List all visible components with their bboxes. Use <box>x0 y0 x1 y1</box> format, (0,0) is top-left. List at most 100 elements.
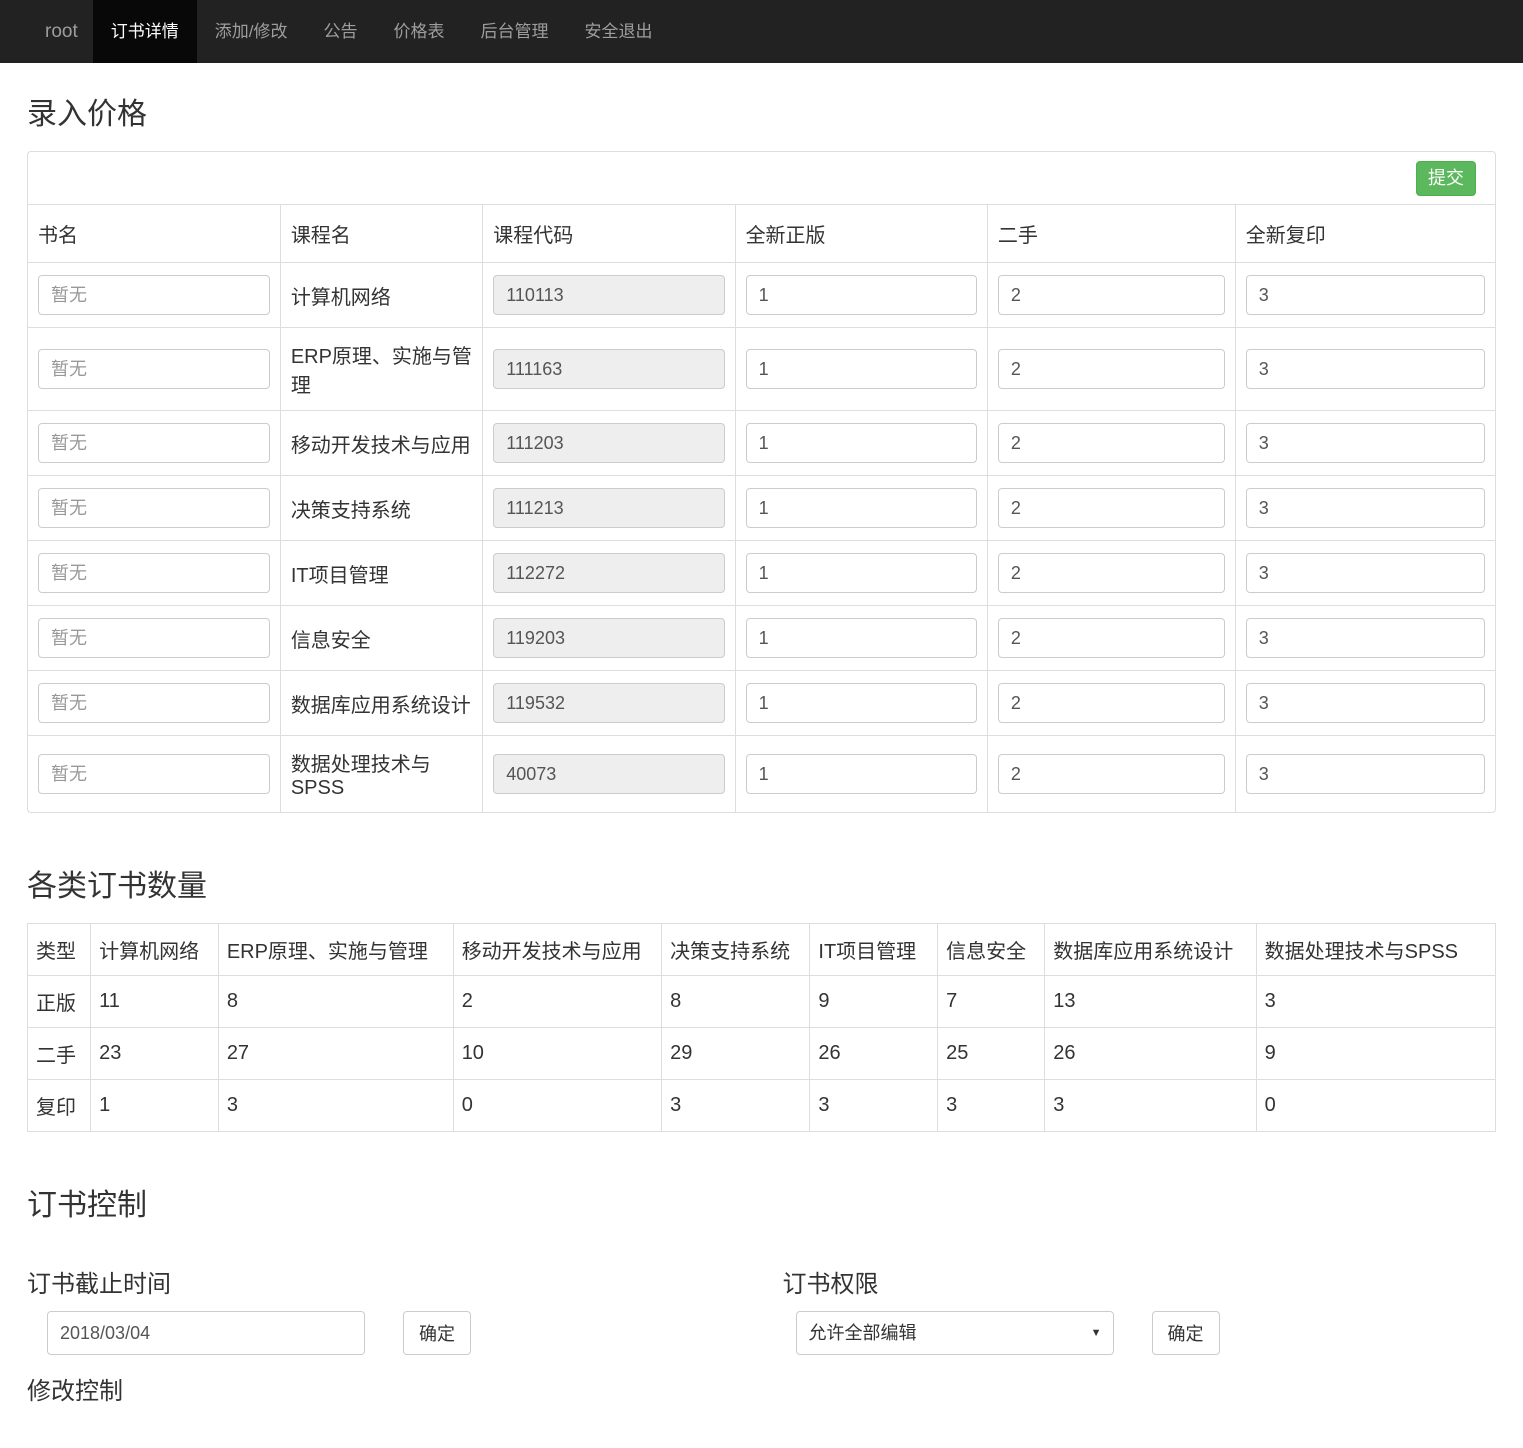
book-name-input[interactable] <box>38 553 270 593</box>
course-name: 决策支持系统 <box>291 500 411 522</box>
price-new-genuine-input[interactable] <box>746 553 977 593</box>
book-name-input[interactable] <box>38 754 270 794</box>
nav-link[interactable]: 添加/修改 <box>197 0 306 63</box>
price-new-genuine-input[interactable] <box>746 754 977 794</box>
price-table-row: 信息安全 <box>28 606 1495 671</box>
navbar-item: 添加/修改 <box>197 0 306 63</box>
course-code-input <box>493 553 724 593</box>
permission-column: 订书权限 允许全部编辑 ▼ 确定 <box>762 1242 1497 1418</box>
quantity-value: 25 <box>938 1028 1045 1080</box>
book-name-input[interactable] <box>38 618 270 658</box>
price-new-copy-input[interactable] <box>1246 275 1485 315</box>
quantity-value: 3 <box>218 1080 453 1132</box>
modify-control-label: 修改控制 <box>27 1371 762 1406</box>
quantity-value: 26 <box>1045 1028 1256 1080</box>
navbar-item: 安全退出 <box>566 0 670 63</box>
quantity-value: 8 <box>218 976 453 1028</box>
permission-confirm-button[interactable]: 确定 <box>1152 1311 1220 1355</box>
permission-select-wrap: 允许全部编辑 ▼ <box>796 1311 1114 1355</box>
quantity-value: 3 <box>810 1080 938 1132</box>
price-second-hand-input[interactable] <box>998 618 1225 658</box>
quantity-table: 类型计算机网络ERP原理、实施与管理移动开发技术与应用决策支持系统IT项目管理信… <box>27 923 1496 1132</box>
nav-link[interactable]: 价格表 <box>375 0 462 63</box>
price-column-header: 课程名 <box>280 205 482 263</box>
submit-button[interactable]: 提交 <box>1416 161 1476 196</box>
price-column-header: 二手 <box>987 205 1235 263</box>
price-new-copy-input[interactable] <box>1246 488 1485 528</box>
price-second-hand-input[interactable] <box>998 488 1225 528</box>
nav-link[interactable]: 后台管理 <box>462 0 566 63</box>
price-table-row: 移动开发技术与应用 <box>28 411 1495 476</box>
nav-link[interactable]: 公告 <box>305 0 375 63</box>
price-new-genuine-input[interactable] <box>746 683 977 723</box>
course-code-input <box>493 349 724 389</box>
quantity-value: 3 <box>1045 1080 1256 1132</box>
course-code-input <box>493 275 724 315</box>
quantity-value: 7 <box>938 976 1045 1028</box>
main-content: 录入价格 提交 书名课程名课程代码全新正版二手全新复印 计算机网络ERP原理、实… <box>0 89 1523 1448</box>
permission-select[interactable]: 允许全部编辑 <box>796 1311 1114 1355</box>
price-new-copy-input[interactable] <box>1246 349 1485 389</box>
price-column-header: 课程代码 <box>483 205 735 263</box>
price-second-hand-input[interactable] <box>998 275 1225 315</box>
quantity-value: 9 <box>1256 1028 1495 1080</box>
navbar: root 订书详情添加/修改公告价格表后台管理安全退出 <box>0 0 1523 63</box>
price-new-copy-input[interactable] <box>1246 423 1485 463</box>
quantity-value: 29 <box>662 1028 810 1080</box>
nav-link[interactable]: 安全退出 <box>566 0 670 63</box>
price-table-row: 数据库应用系统设计 <box>28 671 1495 736</box>
price-new-genuine-input[interactable] <box>746 488 977 528</box>
price-new-genuine-input[interactable] <box>746 275 977 315</box>
deadline-date-input[interactable] <box>47 1311 365 1355</box>
quantity-column-header: 数据处理技术与SPSS <box>1256 924 1495 976</box>
nav-link[interactable]: 订书详情 <box>93 0 197 63</box>
quantity-section-title: 各类订书数量 <box>27 861 1496 905</box>
price-new-copy-input[interactable] <box>1246 683 1485 723</box>
price-new-genuine-input[interactable] <box>746 618 977 658</box>
course-name: 数据库应用系统设计 <box>291 695 471 717</box>
price-new-copy-input[interactable] <box>1246 618 1485 658</box>
deadline-form: 确定 <box>27 1311 762 1355</box>
navbar-item: 后台管理 <box>462 0 566 63</box>
quantity-column-header: 计算机网络 <box>91 924 219 976</box>
price-second-hand-input[interactable] <box>998 683 1225 723</box>
quantity-table-row: 复印13033330 <box>28 1080 1496 1132</box>
quantity-value: 27 <box>218 1028 453 1080</box>
price-table-row: 计算机网络 <box>28 263 1495 328</box>
quantity-table-row: 正版1182897133 <box>28 976 1496 1028</box>
deadline-confirm-button[interactable]: 确定 <box>403 1311 471 1355</box>
price-second-hand-input[interactable] <box>998 553 1225 593</box>
quantity-column-header: IT项目管理 <box>810 924 938 976</box>
quantity-value: 2 <box>453 976 661 1028</box>
price-second-hand-input[interactable] <box>998 349 1225 389</box>
quantity-value: 9 <box>810 976 938 1028</box>
course-name: ERP原理、实施与管理 <box>291 346 472 397</box>
price-new-genuine-input[interactable] <box>746 423 977 463</box>
navbar-brand[interactable]: root <box>30 0 93 63</box>
price-new-copy-input[interactable] <box>1246 553 1485 593</box>
quantity-value: 8 <box>662 976 810 1028</box>
navbar-item: 价格表 <box>375 0 462 63</box>
book-name-input[interactable] <box>38 349 270 389</box>
price-second-hand-input[interactable] <box>998 423 1225 463</box>
quantity-row-type: 二手 <box>28 1028 91 1080</box>
quantity-column-header: 决策支持系统 <box>662 924 810 976</box>
book-name-input[interactable] <box>38 488 270 528</box>
quantity-column-header: 类型 <box>28 924 91 976</box>
quantity-value: 3 <box>1256 976 1495 1028</box>
price-new-copy-input[interactable] <box>1246 754 1485 794</box>
quantity-value: 11 <box>91 976 219 1028</box>
price-new-genuine-input[interactable] <box>746 349 977 389</box>
price-table-row: 数据处理技术与SPSS <box>28 736 1495 813</box>
course-name: IT项目管理 <box>291 565 389 587</box>
price-column-header: 全新正版 <box>735 205 987 263</box>
book-name-input[interactable] <box>38 423 270 463</box>
price-table-row: ERP原理、实施与管理 <box>28 328 1495 411</box>
book-name-input[interactable] <box>38 275 270 315</box>
quantity-column-header: 信息安全 <box>938 924 1045 976</box>
quantity-value: 3 <box>662 1080 810 1132</box>
quantity-value: 26 <box>810 1028 938 1080</box>
quantity-value: 10 <box>453 1028 661 1080</box>
book-name-input[interactable] <box>38 683 270 723</box>
price-second-hand-input[interactable] <box>998 754 1225 794</box>
